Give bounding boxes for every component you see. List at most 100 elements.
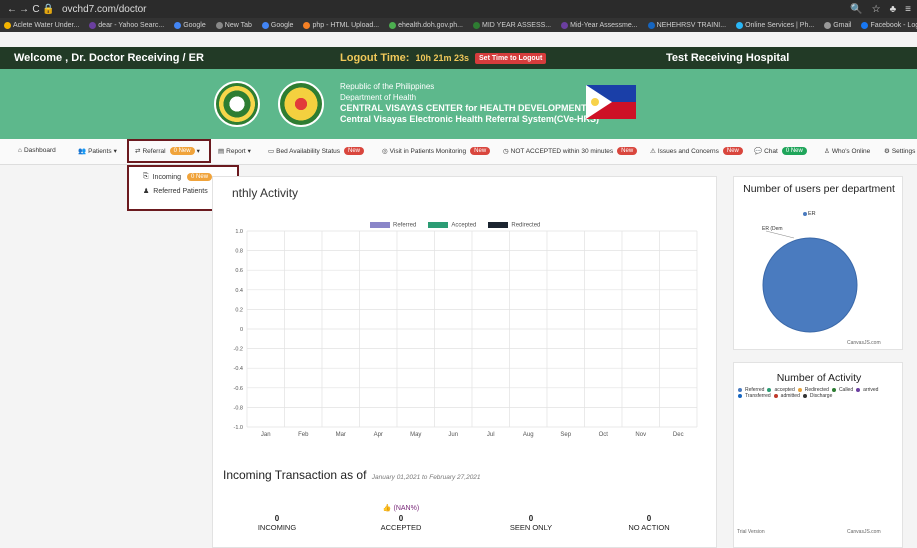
y-tick-label: -0.8 bbox=[234, 405, 243, 411]
bookmark-item[interactable]: Gmail bbox=[824, 21, 851, 29]
stat-seen-label: SEEN ONLY bbox=[509, 523, 553, 532]
bookmark-item[interactable]: ehealth.doh.gov.ph... bbox=[389, 21, 463, 29]
chevron-down-icon: ▾ bbox=[247, 148, 251, 155]
x-tick-label: Jul bbox=[487, 432, 495, 438]
philippine-flag bbox=[586, 85, 636, 119]
search-icon[interactable]: 🔍 bbox=[850, 4, 862, 15]
bookmark-favicon-icon bbox=[215, 21, 223, 29]
referral-highlight bbox=[127, 139, 211, 163]
bookmark-label: Mid-Year Assessme... bbox=[570, 21, 638, 29]
y-tick-label: -0.6 bbox=[234, 386, 243, 392]
menu-icon[interactable]: ≡ bbox=[905, 4, 911, 15]
x-tick-label: Apr bbox=[374, 432, 383, 438]
banner-line-4: Central Visayas Electronic Health Referr… bbox=[340, 114, 599, 124]
incoming-transaction-title: Incoming Transaction as of January 01,20… bbox=[223, 468, 481, 482]
bookmark-item[interactable]: Google bbox=[174, 21, 206, 29]
activity-legend-label: Discharge bbox=[809, 393, 833, 399]
trial-version-label: Trial Version bbox=[737, 529, 765, 535]
incoming-badge: 0 New bbox=[187, 173, 213, 181]
stat-accepted: 0 ACCEPTED bbox=[356, 514, 446, 532]
nav-not-accepted[interactable]: ◷ NOT ACCEPTED within 30 minutes New bbox=[503, 147, 638, 155]
chat-badge: 0 New bbox=[781, 147, 807, 155]
nav-report[interactable]: ▤ Report ▾ bbox=[218, 147, 251, 156]
activity-legend-item: Called bbox=[831, 387, 854, 393]
activity-legend-label: Transferred bbox=[745, 393, 771, 399]
back-icon[interactable]: ← bbox=[6, 4, 18, 15]
y-tick-label: 0.2 bbox=[235, 307, 243, 313]
bookmark-label: Facebook - Log in o... bbox=[870, 21, 917, 29]
bookmark-favicon-icon bbox=[303, 21, 311, 29]
stat-no-action: 0 NO ACTION bbox=[604, 514, 694, 532]
gear-icon: ⚙ bbox=[884, 148, 890, 155]
activity-legend-item: Transferred bbox=[738, 393, 771, 399]
forward-icon[interactable]: → bbox=[18, 4, 30, 15]
star-icon[interactable]: ☆ bbox=[872, 4, 881, 15]
x-tick-label: Jan bbox=[261, 432, 271, 438]
bookmark-item[interactable]: php - HTML Upload... bbox=[303, 21, 380, 29]
clock-icon: ◷ bbox=[503, 148, 509, 155]
y-tick-label: 0.8 bbox=[235, 249, 243, 255]
cvchd-logo bbox=[278, 81, 324, 127]
stat-seen-value: 0 bbox=[528, 514, 534, 523]
legend-dot bbox=[831, 387, 836, 392]
extension-icon[interactable]: ♣ bbox=[890, 4, 897, 15]
banner-line-3: CENTRAL VISAYAS CENTER for HEALTH DEVELO… bbox=[340, 103, 587, 113]
bookmark-label: New Tab bbox=[224, 21, 252, 29]
canvasjs-credit[interactable]: CanvasJS.com bbox=[847, 340, 881, 346]
bookmark-favicon-icon bbox=[861, 21, 869, 29]
bookmark-item[interactable]: MID YEAR ASSESS... bbox=[473, 21, 551, 29]
bookmark-item[interactable]: Aclete Water Under... bbox=[4, 21, 79, 29]
monitor-icon: ◎ bbox=[382, 148, 388, 155]
nav-bed-status[interactable]: ▭ Bed Availability Status New bbox=[268, 147, 365, 155]
nav-whos-online-label: Who's Online bbox=[831, 147, 871, 155]
visits-badge: New bbox=[470, 147, 491, 155]
bookmark-favicon-icon bbox=[824, 21, 832, 29]
dropdown-referred[interactable]: ♟ Referred Patients bbox=[143, 187, 208, 196]
set-logout-button[interactable]: Set Time to Logout bbox=[475, 52, 547, 64]
bookmark-item[interactable]: NEHEHRSV TRAINI... bbox=[647, 21, 727, 29]
referred-label: Referred Patients bbox=[153, 187, 208, 195]
accepted-percentage: 👍 (NAN%) bbox=[366, 504, 436, 512]
dropdown-incoming[interactable]: ⎘ Incoming 0 New bbox=[143, 173, 213, 181]
bookmark-item[interactable]: New Tab bbox=[215, 21, 252, 29]
monthly-activity-chart: 1.0 0.8 0.6 0.4 0.2 0 -0.2 -0.4 -0.6 -0.8 -1.0 Jan F… bbox=[234, 229, 698, 438]
pie-legend-label: ER bbox=[808, 211, 816, 217]
x-tick-label: Dec bbox=[673, 432, 684, 438]
nav-chat[interactable]: 💬 Chat 0 New bbox=[754, 147, 807, 155]
bookmark-item[interactable]: Mid-Year Assessme... bbox=[561, 21, 638, 29]
banner-line-1: Republic of the Philippines bbox=[340, 82, 435, 91]
nav-whos-online[interactable]: ♙ Who's Online bbox=[824, 147, 871, 156]
bookmark-label: php - HTML Upload... bbox=[312, 21, 380, 29]
user-icon: ♟ bbox=[143, 188, 150, 195]
legend-dot bbox=[738, 387, 742, 392]
activity-legend-label: Called bbox=[838, 387, 854, 393]
activity-legend: Referred accepted Redirected Called arrivedT… bbox=[738, 387, 898, 399]
bookmark-item[interactable]: Online Services | Ph... bbox=[736, 21, 814, 29]
pie-slice-er bbox=[762, 237, 858, 333]
x-tick-label: Sep bbox=[560, 432, 571, 438]
nav-settings[interactable]: ⚙ Settings bbox=[884, 147, 915, 156]
nav-issues[interactable]: ⚠ Issues and Concerns New bbox=[650, 147, 743, 155]
bookmark-label: ehealth.doh.gov.ph... bbox=[398, 21, 463, 29]
bookmark-label: NEHEHRSV TRAINI... bbox=[656, 21, 727, 29]
y-tick-label: -1.0 bbox=[234, 425, 243, 431]
bookmark-item[interactable]: Google bbox=[261, 21, 293, 29]
nav-not-accepted-label: NOT ACCEPTED within 30 minutes bbox=[510, 147, 614, 155]
legend-dot bbox=[767, 387, 772, 392]
welcome-text: Welcome , Dr. Doctor Receiving / ER bbox=[14, 52, 204, 64]
bookmark-item[interactable]: Facebook - Log in o... bbox=[861, 21, 917, 29]
bookmark-item[interactable]: dear - Yahoo Searc... bbox=[89, 21, 164, 29]
nav-patients[interactable]: 👥 Patients ▾ bbox=[78, 147, 117, 156]
warning-icon: ⚠ bbox=[650, 148, 656, 155]
users-chart-title: Number of users per department bbox=[743, 183, 895, 195]
nav-visits[interactable]: ◎ Visit in Patients Monitoring New bbox=[382, 147, 491, 155]
canvasjs-credit-2[interactable]: CanvasJS.com bbox=[847, 529, 881, 535]
x-tick-label: May bbox=[410, 432, 421, 438]
address-bar[interactable]: ovchd7.com/doctor bbox=[62, 4, 147, 15]
nav-dashboard[interactable]: ⌂ Dashboard bbox=[18, 147, 56, 154]
x-tick-label: Jun bbox=[448, 432, 458, 438]
bookmarks-bar: Aclete Water Under... dear - Yahoo Searc.… bbox=[0, 18, 917, 32]
reload-icon[interactable]: C bbox=[30, 4, 42, 15]
date-range: January 01,2021 to February 27,2021 bbox=[371, 474, 481, 481]
bookmark-favicon-icon bbox=[647, 21, 655, 29]
